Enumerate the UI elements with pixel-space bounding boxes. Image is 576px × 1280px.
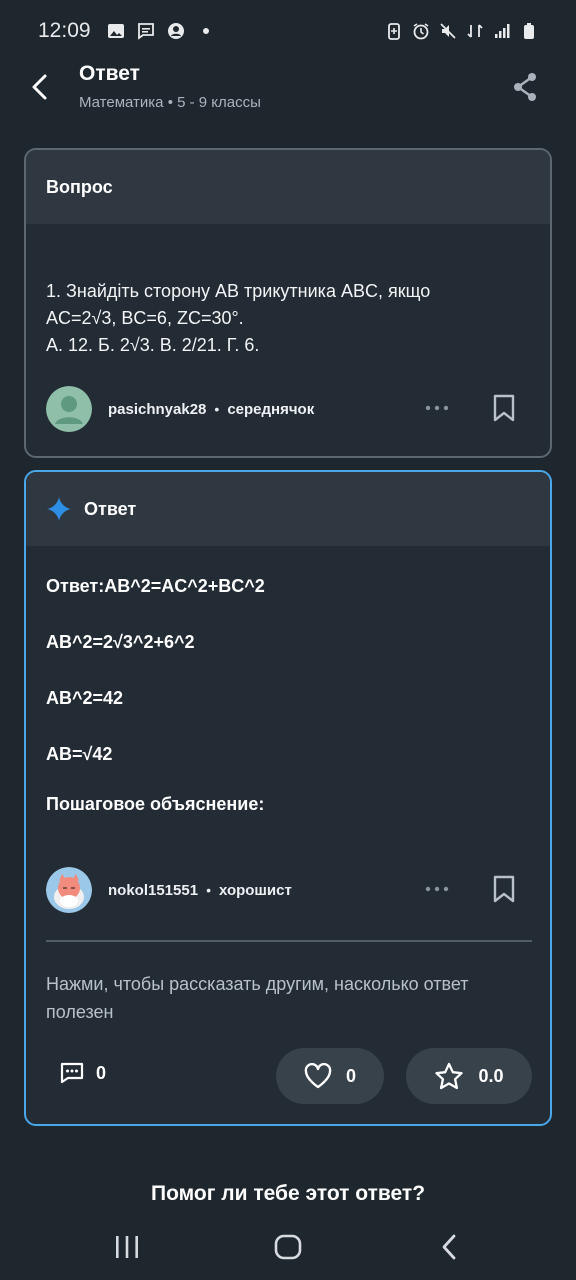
answer-line: Ответ:AB^2=AC^2+BC^2 bbox=[46, 576, 265, 596]
answer-line: AB^2=42 bbox=[46, 688, 124, 708]
more-options-icon[interactable] bbox=[424, 398, 450, 418]
author-name[interactable]: nokol151551 bbox=[108, 882, 198, 899]
author-separator: • bbox=[206, 882, 211, 898]
more-options-icon[interactable] bbox=[424, 879, 450, 899]
question-text: 1. Знайдіть сторону AB трикутника ABC, я… bbox=[46, 278, 516, 359]
app-bar: Ответ Математика • 5 - 9 классы bbox=[0, 62, 576, 126]
share-icon[interactable] bbox=[510, 70, 540, 104]
comments-button[interactable]: 0 bbox=[60, 1062, 106, 1084]
star-icon bbox=[435, 1062, 464, 1090]
page-subtitle: Математика • 5 - 9 классы bbox=[79, 94, 261, 111]
answer-author-row[interactable]: nokol151551 • хорошист bbox=[46, 866, 536, 914]
answer-card: Ответ Ответ:AB^2=AC^2+BC^2 AB^2=2√3^2+6^… bbox=[24, 470, 552, 1126]
heart-icon bbox=[304, 1063, 332, 1089]
answer-header-label: Ответ bbox=[84, 498, 137, 519]
navigation-bar bbox=[0, 1222, 576, 1280]
divider bbox=[46, 940, 532, 942]
mute-icon bbox=[440, 23, 456, 39]
signal-icon bbox=[495, 24, 510, 38]
sparkle-icon bbox=[47, 497, 71, 521]
like-button[interactable]: 0 bbox=[276, 1048, 384, 1104]
comments-count: 0 bbox=[96, 1062, 107, 1083]
battery-saver-icon bbox=[388, 23, 400, 40]
answer-line: AB=√42 bbox=[46, 744, 113, 764]
back-nav-icon[interactable] bbox=[438, 1232, 462, 1262]
question-header-label: Вопрос bbox=[46, 176, 113, 197]
dot-icon bbox=[202, 28, 209, 34]
question-card: Вопрос 1. Знайдіть сторону AB трикутника… bbox=[24, 148, 552, 458]
author-separator: • bbox=[214, 401, 220, 417]
data-transfer-icon bbox=[467, 24, 483, 38]
author-name[interactable]: pasichnyak28 bbox=[108, 401, 206, 418]
answer-line: AB^2=2√3^2+6^2 bbox=[46, 632, 195, 652]
rate-prompt[interactable]: Нажми, чтобы рассказать другим, наскольк… bbox=[46, 970, 516, 1026]
bookmark-icon[interactable] bbox=[492, 394, 516, 422]
rate-button[interactable]: 0.0 bbox=[406, 1048, 532, 1104]
status-bar: 12:09 bbox=[0, 0, 576, 62]
avatar bbox=[46, 386, 92, 432]
comment-icon bbox=[60, 1062, 84, 1084]
question-card-header: Вопрос bbox=[26, 150, 550, 224]
answer-actions: 0 0 0.0 bbox=[46, 1048, 536, 1106]
bookmark-icon[interactable] bbox=[492, 875, 516, 903]
question-line: А. 12. Б. 2√3. В. 2/21. Г. 6. bbox=[46, 335, 260, 355]
answer-card-header: Ответ bbox=[26, 472, 550, 546]
recent-apps-icon[interactable] bbox=[113, 1232, 141, 1262]
message-notification-icon bbox=[137, 23, 154, 40]
account-notification-icon bbox=[167, 23, 184, 39]
gallery-notification-icon bbox=[107, 24, 124, 38]
question-line: AC=2√3, BC=6, ZC=30°. bbox=[46, 308, 244, 328]
status-time: 12:09 bbox=[38, 19, 91, 42]
page-title: Ответ bbox=[79, 62, 140, 85]
answer-text: Ответ:AB^2=AC^2+BC^2 AB^2=2√3^2+6^2 AB^2… bbox=[46, 572, 526, 818]
question-author-row[interactable]: pasichnyak28 • середнячок bbox=[46, 385, 536, 433]
avatar bbox=[46, 867, 92, 913]
home-icon[interactable] bbox=[274, 1232, 302, 1262]
battery-icon bbox=[524, 23, 534, 39]
author-rank: середнячок bbox=[227, 400, 315, 418]
back-arrow-icon[interactable] bbox=[26, 70, 54, 104]
explanation-title: Пошаговое объяснение: bbox=[46, 794, 265, 814]
help-question: Помог ли тебе этот ответ? bbox=[150, 1182, 426, 1205]
question-line: 1. Знайдіть сторону AB трикутника ABC, я… bbox=[46, 281, 431, 301]
likes-count: 0 bbox=[345, 1065, 356, 1086]
rating-value: 0.0 bbox=[478, 1065, 504, 1086]
author-rank: хорошист bbox=[218, 881, 292, 899]
alarm-icon bbox=[413, 23, 429, 40]
